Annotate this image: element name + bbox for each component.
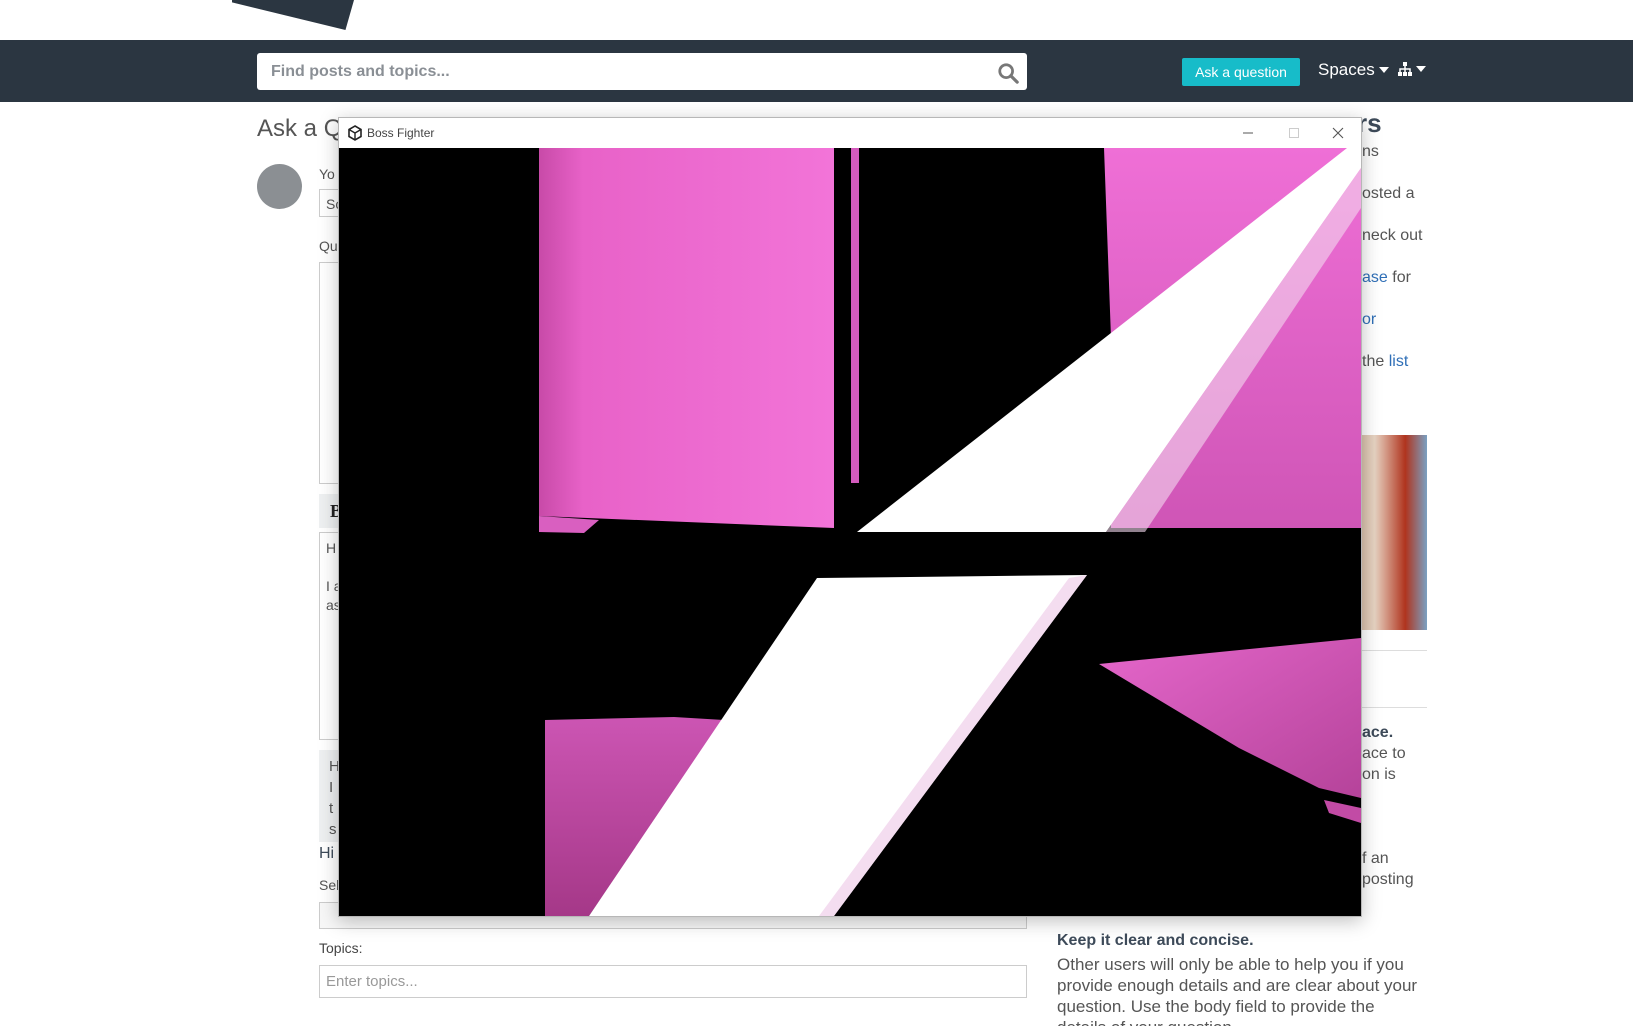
pink-pillar [851, 148, 859, 483]
window-title: Boss Fighter [367, 126, 435, 140]
search-input[interactable] [257, 53, 957, 90]
window-titlebar[interactable]: Boss Fighter [339, 118, 1361, 148]
minimize-icon [1243, 132, 1253, 134]
search-icon[interactable] [997, 62, 1019, 84]
site-header [0, 0, 1633, 40]
tip-heading: Keep it clear and concise. [1057, 932, 1254, 949]
select-label: Sel [319, 877, 340, 893]
guide-link[interactable]: ase [1362, 269, 1388, 286]
unity-icon [348, 125, 362, 141]
guide-text: the [1362, 353, 1385, 370]
you-label: Yo [319, 166, 335, 182]
guide-text: ns [1362, 143, 1379, 160]
sitemap-icon [1398, 62, 1412, 76]
guide-text: osted a [1362, 185, 1415, 202]
guide-text: neck out [1362, 227, 1423, 244]
game-window[interactable]: Boss Fighter [338, 117, 1362, 917]
ask-question-button[interactable]: Ask a question [1182, 58, 1300, 86]
navbar: Ask a question Spaces [0, 40, 1633, 102]
game-scene [339, 148, 1361, 916]
maximize-button[interactable] [1271, 118, 1317, 148]
guide-text: for [1392, 269, 1411, 286]
hint-label: Hi [319, 845, 335, 862]
maximize-icon [1289, 128, 1299, 138]
close-icon [1332, 127, 1344, 139]
spaces-label: Spaces [1318, 60, 1375, 79]
topics-label: Topics: [319, 940, 363, 956]
tip-text: posting [1362, 871, 1414, 888]
site-logo[interactable] [232, 0, 354, 30]
search-box [257, 53, 1027, 90]
spaces-menu[interactable]: Spaces [1318, 60, 1389, 80]
chevron-down-icon [1416, 66, 1426, 72]
minimize-button[interactable] [1225, 118, 1271, 148]
guide-link[interactable]: or [1362, 311, 1376, 328]
topics-input[interactable] [319, 965, 1027, 998]
game-viewport[interactable] [339, 148, 1361, 916]
tip-text: ace to [1362, 745, 1406, 762]
question-label: Qu [319, 238, 338, 254]
tip-body: Other users will only be able to help yo… [1057, 955, 1418, 1026]
guide-link[interactable]: list [1389, 353, 1409, 370]
close-button[interactable] [1315, 118, 1361, 148]
sitemap-menu[interactable] [1397, 61, 1426, 77]
pink-wall [539, 148, 834, 528]
tip-heading-partial: ace. [1362, 724, 1394, 741]
tip-text: f an [1362, 850, 1389, 867]
tip-text: on is [1362, 766, 1396, 783]
chevron-down-icon [1378, 67, 1389, 73]
avatar [257, 164, 302, 209]
